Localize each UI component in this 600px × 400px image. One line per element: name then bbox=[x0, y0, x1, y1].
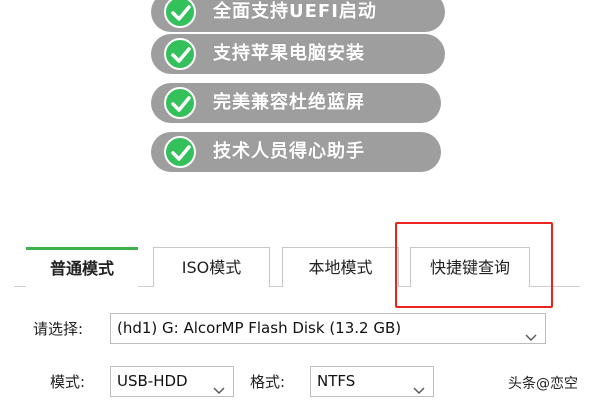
feature-pill-apple: 支持苹果电脑安装 bbox=[151, 34, 445, 74]
check-circle-icon bbox=[164, 0, 196, 28]
tab-local-mode[interactable]: 本地模式 bbox=[282, 247, 399, 287]
feature-label: 完美兼容杜绝蓝屏 bbox=[213, 92, 365, 113]
chevron-down-icon bbox=[213, 376, 225, 400]
mode-select-value: USB-HDD bbox=[117, 372, 188, 390]
feature-pill-uefi: 全面支持UEFI启动 bbox=[151, 0, 445, 32]
feature-pill-bluescreen: 完美兼容杜绝蓝屏 bbox=[151, 83, 441, 123]
chevron-down-icon bbox=[413, 376, 425, 400]
device-select-value: (hd1) G: AlcorMP Flash Disk (13.2 GB) bbox=[117, 319, 402, 337]
mode-select-label: 模式: bbox=[50, 373, 86, 391]
feature-pill-technician: 技术人员得心助手 bbox=[151, 132, 441, 172]
tab-normal-mode[interactable]: 普通模式 bbox=[26, 247, 138, 287]
check-circle-icon bbox=[164, 136, 196, 168]
format-select-label: 格式: bbox=[250, 373, 286, 391]
tab-shortcut-query[interactable]: 快捷键查询 bbox=[410, 247, 530, 287]
check-circle-icon bbox=[164, 87, 196, 119]
device-select-label: 请选择: bbox=[33, 320, 84, 338]
watermark: 头条@恋空 bbox=[508, 376, 578, 392]
feature-label: 全面支持UEFI启动 bbox=[213, 1, 377, 22]
tab-iso-mode[interactable]: ISO模式 bbox=[153, 247, 270, 287]
device-select[interactable]: (hd1) G: AlcorMP Flash Disk (13.2 GB) bbox=[110, 313, 546, 344]
feature-label: 支持苹果电脑安装 bbox=[213, 43, 365, 64]
check-circle-icon bbox=[164, 38, 196, 70]
mode-select[interactable]: USB-HDD bbox=[110, 366, 234, 397]
format-select[interactable]: NTFS bbox=[310, 366, 434, 397]
chevron-down-icon bbox=[525, 323, 537, 352]
feature-label: 技术人员得心助手 bbox=[213, 141, 365, 162]
format-select-value: NTFS bbox=[317, 372, 356, 390]
